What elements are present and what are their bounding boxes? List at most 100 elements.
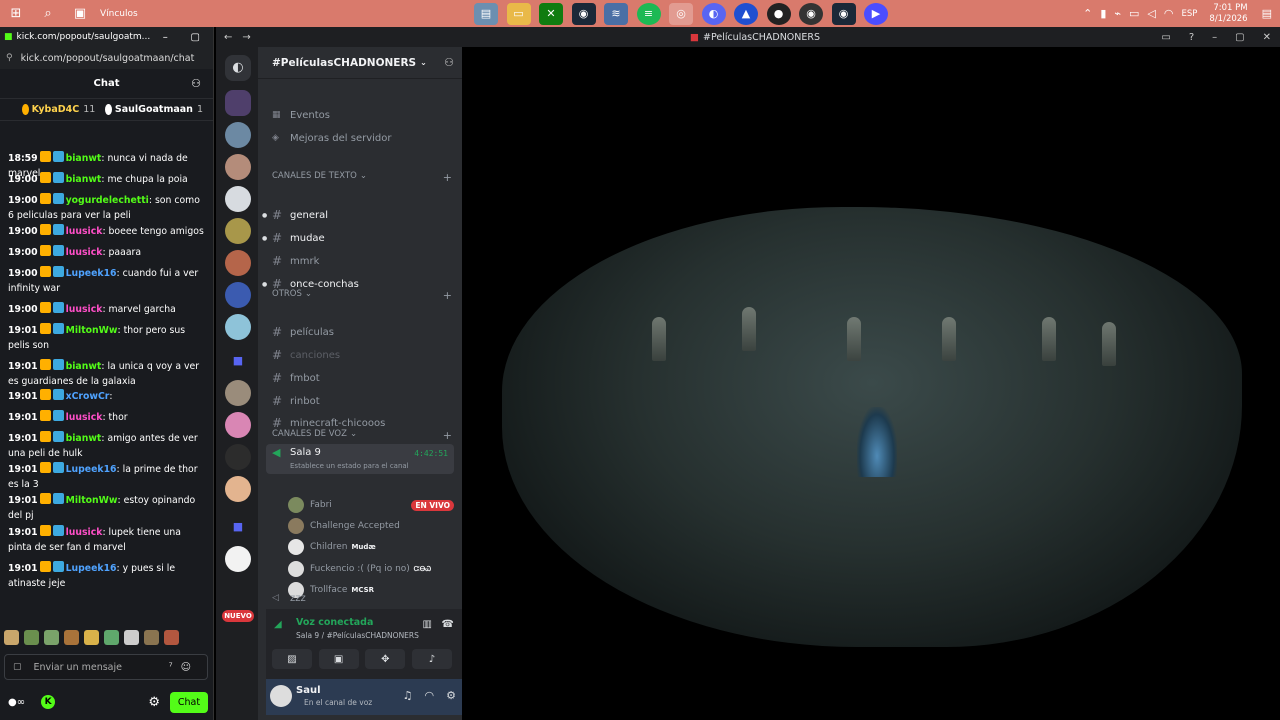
message-username[interactable]: luusick (66, 412, 103, 423)
links-toolbar-label[interactable]: Vínculos (100, 9, 138, 19)
users-icon[interactable]: ⚇ (191, 77, 201, 90)
server-icon[interactable] (225, 282, 251, 308)
emote-icon[interactable] (144, 630, 159, 645)
server-icon[interactable] (225, 412, 251, 438)
server-icon[interactable] (225, 250, 251, 276)
video-app-icon[interactable]: ▶ (864, 2, 888, 25)
emote-icon[interactable] (44, 630, 59, 645)
new-servers-badge[interactable]: NUEVO (222, 610, 254, 622)
voice-channels-category[interactable]: CANALES DE VOZ ⌄ + (272, 429, 452, 442)
camera-off-icon[interactable]: ▨ (272, 649, 312, 669)
user-avatar[interactable] (270, 685, 292, 707)
voice-channel-zzz[interactable]: ◁ zzz (272, 588, 458, 608)
folder-app-icon[interactable]: ▭ (506, 2, 531, 25)
message-username[interactable]: bianwt (66, 433, 102, 444)
task-view-icon[interactable]: ▣ (70, 5, 90, 23)
message-username[interactable]: luusick (66, 527, 103, 538)
message-input[interactable]: ▢ Enviar un mensaje ⁷☺ (4, 654, 208, 680)
chat-message-list[interactable]: 18:59 bianwt: nunca vi nada de marvel 19:0… (0, 147, 212, 652)
server-icon[interactable] (225, 476, 251, 502)
message-username[interactable]: bianwt (66, 174, 102, 185)
chat-message[interactable]: 19:01 luusick: thor (8, 410, 206, 425)
message-username[interactable]: xCrowCr (66, 391, 110, 402)
top-user-1-name[interactable]: KybaD4C (32, 104, 80, 115)
top-user-2-name[interactable]: SaulGoatmaan (115, 104, 193, 115)
chat-message[interactable]: 19:01 bianwt: la unica q voy a ver es gua… (8, 359, 206, 389)
inbox-icon[interactable]: ▭ (1161, 32, 1170, 43)
voice-channel-status[interactable]: Establece un estado para el canal (290, 462, 409, 470)
emote-icon[interactable] (104, 630, 119, 645)
obs-app-icon[interactable]: ● (766, 2, 791, 25)
screen-share-icon[interactable]: ▣ (318, 649, 359, 669)
signal-icon[interactable]: ◢ (274, 619, 282, 630)
steam-app-icon-2[interactable]: ◉ (831, 2, 856, 25)
network-app-icon[interactable]: ≋ (604, 2, 628, 25)
server-icon[interactable] (225, 218, 251, 244)
discord-home-icon[interactable]: ◐ (225, 55, 251, 81)
chat-message[interactable]: 19:01 luusick: lupek tiene una pinta de s… (8, 525, 206, 555)
server-icon[interactable] (225, 546, 251, 572)
xbox-app-icon[interactable]: ✕ (539, 2, 563, 25)
chat-message[interactable]: 19:00 bianwt: me chupa la poia (8, 172, 206, 187)
chat-message[interactable]: 19:01 bianwt: amigo antes de ver una peli… (8, 431, 206, 461)
voice-user[interactable]: Fabri EN VIVO (288, 496, 454, 514)
emote-picker-icon[interactable]: ⁷☺ (169, 662, 199, 673)
discord-app-icon[interactable]: ◐ (701, 2, 726, 25)
emote-icon[interactable] (84, 630, 99, 645)
emote-icon[interactable] (164, 630, 179, 645)
chat-message[interactable]: 19:00 yogurdelechetti: son como 6 pelicul… (8, 193, 206, 223)
add-channel-icon[interactable]: + (443, 171, 452, 184)
site-info-icon[interactable]: ⚲ (6, 53, 13, 63)
emote-icon[interactable] (4, 630, 19, 645)
text-channels-category[interactable]: CANALES DE TEXTO ⌄ + (272, 171, 452, 184)
points-icon[interactable]: ●∞ (8, 697, 25, 708)
app-store-icon[interactable]: ▲ (734, 2, 758, 25)
message-username[interactable]: luusick (66, 304, 103, 315)
voice-connected-location[interactable]: Sala 9 / #PelículasCHADNONERS (296, 631, 419, 640)
server-icon[interactable] (225, 154, 251, 180)
emote-icon[interactable] (64, 630, 79, 645)
other-category[interactable]: OTROS ⌄ + (272, 289, 452, 302)
emote-icon[interactable] (24, 630, 39, 645)
chat-message[interactable]: 19:01 xCrowCr: (8, 389, 206, 404)
microphone-icon[interactable]: ▮ (1100, 7, 1106, 20)
kick-url-bar[interactable]: ⚲ kick.com/popout/saulgoatmaan/chat (0, 47, 213, 69)
volume-icon[interactable]: ◁ (1147, 7, 1155, 20)
live-badge[interactable]: EN VIVO (411, 499, 454, 511)
chat-message[interactable]: 19:00 luusick: marvel garcha (8, 302, 206, 317)
server-folder-icon[interactable] (225, 90, 251, 116)
headphones-icon[interactable]: ◠ (425, 689, 435, 702)
user-name[interactable]: Saul (296, 685, 321, 696)
server-boosts-item[interactable]: ◈ Mejoras del servidor (272, 128, 458, 148)
send-chat-button[interactable]: Chat (170, 691, 208, 713)
message-username[interactable]: Lupeek16 (66, 464, 117, 475)
stream-video[interactable] (462, 47, 1280, 720)
files-app-icon[interactable]: ▤ (474, 2, 498, 25)
server-icon[interactable] (225, 380, 251, 406)
notifications-icon[interactable]: ▤ (1262, 7, 1272, 20)
activities-icon[interactable]: ✥ (365, 649, 406, 669)
gear-icon[interactable]: ⚙ (148, 695, 160, 710)
folder-icon[interactable]: ■ (225, 348, 251, 374)
message-username[interactable]: bianwt (66, 361, 102, 372)
text-channel-películas[interactable]: # películas (272, 322, 458, 342)
chat-message[interactable]: 19:00 luusick: boeee tengo amigos (8, 224, 206, 239)
gear-icon[interactable]: ⚙ (446, 689, 456, 702)
usb-icon[interactable]: ⌁ (1114, 7, 1121, 20)
chrome-app-icon[interactable]: ◎ (669, 2, 693, 25)
text-channel-mmrk[interactable]: # mmrk (272, 251, 458, 271)
server-header[interactable]: #PelículasCHADNONERS ⌄ ⚇ (258, 47, 462, 79)
record-app-icon[interactable]: ◉ (799, 2, 823, 25)
chat-message[interactable]: 19:01 MiltonWw: thor pero sus pelis son (8, 323, 206, 353)
screen-icon[interactable]: ▭ (1129, 7, 1139, 20)
close-icon[interactable]: ✕ (1263, 32, 1271, 43)
minimize-icon[interactable]: – (150, 32, 180, 43)
noise-suppression-icon[interactable]: ▥ (423, 619, 432, 630)
soundboard-icon[interactable]: ♪ (411, 649, 452, 669)
message-username[interactable]: luusick (66, 226, 103, 237)
steam-app-icon[interactable]: ◉ (571, 2, 596, 25)
search-icon[interactable]: ⌕ (38, 5, 58, 23)
spotify-app-icon[interactable]: ≡ (636, 2, 661, 25)
events-item[interactable]: ▦ Eventos (272, 105, 458, 125)
server-icon[interactable] (225, 186, 251, 212)
